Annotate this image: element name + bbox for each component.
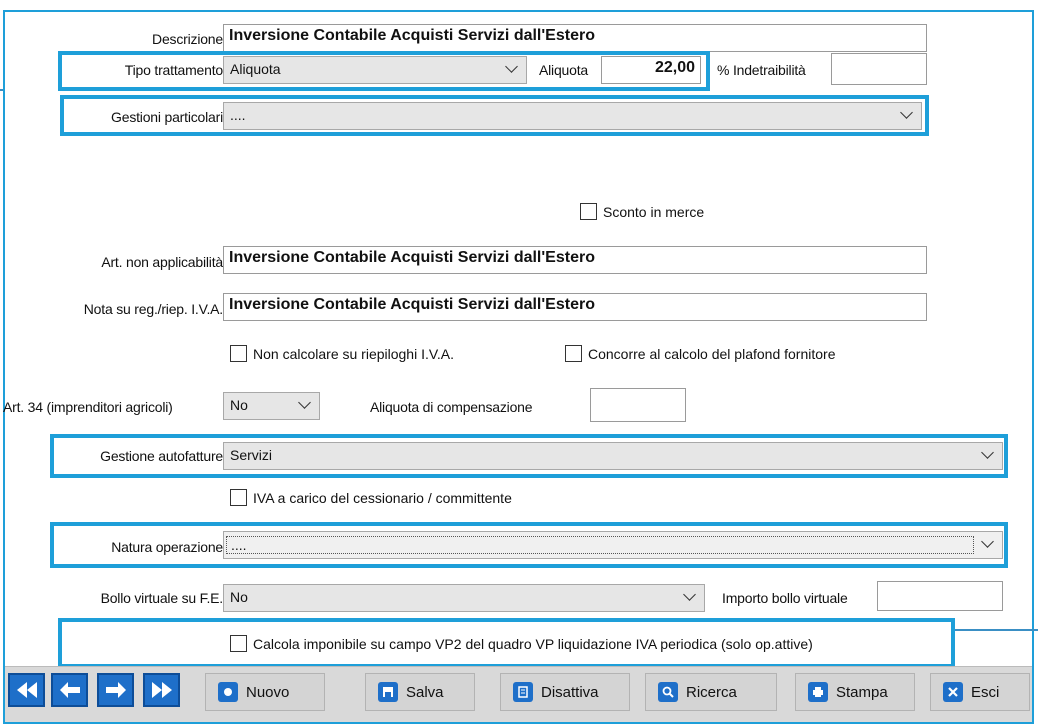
print-icon <box>808 682 828 702</box>
checkbox-box[interactable] <box>230 489 247 506</box>
importo-bollo-label: Importo bollo virtuale <box>722 590 848 606</box>
aliquota-label: Aliquota <box>539 62 588 78</box>
esci-button[interactable]: Esci <box>930 673 1030 711</box>
nota-reg-label: Nota su reg./riep. I.V.A. <box>83 301 223 317</box>
checkbox-box[interactable] <box>565 345 582 362</box>
search-icon <box>658 682 678 702</box>
chevron-down-icon <box>981 535 994 548</box>
arrow-left-icon <box>59 682 80 698</box>
gestione-autofatture-label: Gestione autofatture <box>100 448 223 464</box>
bollo-virtuale-select[interactable]: No <box>223 584 705 612</box>
stampa-button[interactable]: Stampa <box>795 673 915 711</box>
salva-label: Salva <box>406 683 444 701</box>
gestione-autofatture-select[interactable]: Servizi <box>223 442 1003 470</box>
double-arrow-right-icon <box>151 682 172 698</box>
checkbox-box[interactable] <box>580 203 597 220</box>
nuovo-label: Nuovo <box>246 683 290 701</box>
sconto-merce-label: Sconto in merce <box>603 203 705 220</box>
ricerca-label: Ricerca <box>686 683 737 701</box>
concorre-plafond-label: Concorre al calcolo del plafond fornitor… <box>588 345 836 362</box>
salva-button[interactable]: Salva <box>365 673 475 711</box>
art34-label: Art. 34 (imprenditori agricoli) <box>3 399 173 415</box>
gestioni-particolari-label: Gestioni particolari <box>111 109 223 125</box>
nuovo-button[interactable]: Nuovo <box>205 673 325 711</box>
gestioni-particolari-value: .... <box>230 107 246 123</box>
double-arrow-left-icon <box>16 682 37 698</box>
callout-line-right <box>955 629 1038 631</box>
last-record-button[interactable] <box>143 673 180 707</box>
checkbox-box[interactable] <box>230 635 247 652</box>
natura-operazione-select[interactable]: .... <box>223 531 1003 559</box>
importo-bollo-field[interactable] <box>877 581 1003 611</box>
esci-label: Esci <box>971 683 1000 701</box>
tipo-trattamento-value: Aliquota <box>230 61 281 77</box>
art34-value: No <box>230 397 248 413</box>
non-calcolare-label: Non calcolare su riepiloghi I.V.A. <box>253 345 455 362</box>
descrizione-label: Descrizione <box>152 31 223 47</box>
art34-select[interactable]: No <box>223 392 320 420</box>
bollo-virtuale-value: No <box>230 589 248 605</box>
natura-operazione-label: Natura operazione <box>111 539 223 555</box>
save-icon <box>378 682 398 702</box>
calcola-vp2-checkbox[interactable]: Calcola imponibile su campo VP2 del quad… <box>230 635 813 652</box>
previous-record-button[interactable] <box>51 673 88 707</box>
chevron-down-icon <box>683 588 696 601</box>
next-record-button[interactable] <box>97 673 134 707</box>
bottom-toolbar: Nuovo Salva Disattiva Ricerca Stampa Esc… <box>5 666 1032 722</box>
tipo-trattamento-label: Tipo trattamento <box>124 62 223 78</box>
aliquota-compensazione-label: Aliquota di compensazione <box>370 399 533 415</box>
gestione-autofatture-value: Servizi <box>230 447 273 463</box>
stampa-label: Stampa <box>836 683 888 701</box>
sconto-merce-checkbox[interactable]: Sconto in merce <box>580 203 704 220</box>
first-record-button[interactable] <box>8 673 45 707</box>
aliquota-field[interactable]: 22,00 <box>601 56 701 84</box>
tipo-trattamento-select[interactable]: Aliquota <box>223 56 527 84</box>
close-icon <box>943 682 963 702</box>
indetraibilita-field[interactable] <box>831 53 927 85</box>
ricerca-button[interactable]: Ricerca <box>645 673 777 711</box>
descrizione-field[interactable]: Inversione Contabile Acquisti Servizi da… <box>223 24 927 52</box>
non-calcolare-checkbox[interactable]: Non calcolare su riepiloghi I.V.A. <box>230 345 454 362</box>
arrow-right-icon <box>105 682 126 698</box>
art-non-applicabilita-field[interactable]: Inversione Contabile Acquisti Servizi da… <box>223 246 927 274</box>
chevron-down-icon <box>505 60 518 73</box>
chevron-down-icon <box>900 106 913 119</box>
disattiva-button[interactable]: Disattiva <box>500 673 630 711</box>
gestioni-particolari-select[interactable]: .... <box>223 102 922 130</box>
nota-reg-field[interactable]: Inversione Contabile Acquisti Servizi da… <box>223 293 927 321</box>
chevron-down-icon <box>298 396 311 409</box>
iva-cessionario-checkbox[interactable]: IVA a carico del cessionario / committen… <box>230 489 512 506</box>
iva-cessionario-label: IVA a carico del cessionario / committen… <box>253 489 512 506</box>
chevron-down-icon <box>981 446 994 459</box>
form-panel: Descrizione Inversione Contabile Acquist… <box>3 12 1032 668</box>
natura-operazione-value: .... <box>226 536 974 554</box>
concorre-plafond-checkbox[interactable]: Concorre al calcolo del plafond fornitor… <box>565 345 835 362</box>
bollo-virtuale-label: Bollo virtuale su F.E. <box>100 590 224 606</box>
disattiva-label: Disattiva <box>541 683 599 701</box>
disable-icon <box>513 682 533 702</box>
aliquota-compensazione-field[interactable] <box>590 388 686 422</box>
checkbox-box[interactable] <box>230 345 247 362</box>
new-icon <box>218 682 238 702</box>
indetraibilita-label: % Indetraibilità <box>717 62 806 78</box>
calcola-vp2-label: Calcola imponibile su campo VP2 del quad… <box>253 635 813 652</box>
art-non-applicabilita-label: Art. non applicabilità <box>101 254 223 270</box>
